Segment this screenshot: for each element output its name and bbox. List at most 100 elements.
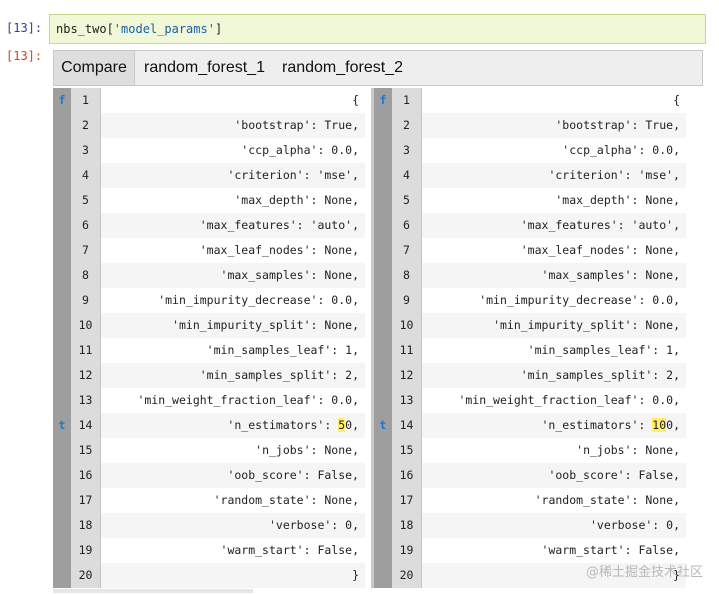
diff-line: 10 'min_impurity_split': None, bbox=[374, 313, 692, 338]
line-number: 11 bbox=[78, 343, 93, 357]
diff-line: 2 'bootstrap': True, bbox=[53, 113, 371, 138]
code-line: 'min_weight_fraction_leaf': 0.0, bbox=[458, 393, 680, 407]
line-number: 14 bbox=[399, 418, 414, 432]
diff-line: 13 'min_weight_fraction_leaf': 0.0, bbox=[53, 388, 371, 413]
code-line: 'max_samples': None, bbox=[422, 263, 686, 288]
diff-line: 19 'warm_start': False, bbox=[374, 538, 692, 563]
line-number: 7 bbox=[403, 243, 410, 257]
diff-line: 10 'min_impurity_split': None, bbox=[53, 313, 371, 338]
code-line: 'n_jobs': None, bbox=[576, 443, 680, 457]
code-line: 'max_depth': None, bbox=[555, 193, 680, 207]
code-line: 'min_impurity_decrease': 0.0, bbox=[158, 293, 359, 307]
code-line: { bbox=[352, 93, 359, 107]
code-line: 'warm_start': False, bbox=[541, 543, 680, 557]
diff-marker: f bbox=[379, 93, 387, 107]
code-line: 'max_samples': None, bbox=[101, 263, 365, 288]
code-line: 'max_leaf_nodes': None, bbox=[520, 243, 680, 257]
code-line: 'warm_start': False, bbox=[220, 543, 359, 557]
diff-line: 3 'ccp_alpha': 0.0, bbox=[374, 138, 692, 163]
diff-line: 18 'verbose': 0, bbox=[374, 513, 692, 538]
line-number: 13 bbox=[78, 393, 93, 407]
diff-pane-left: f 1 {2 'bootstrap': True, 3 'ccp_alpha': 0.0,… bbox=[53, 88, 371, 588]
code-line: 'max_depth': None, bbox=[234, 193, 359, 207]
diff-line: 3 'ccp_alpha': 0.0, bbox=[53, 138, 371, 163]
diff-line: 4 'criterion': 'mse', bbox=[53, 163, 371, 188]
line-number: 15 bbox=[78, 443, 93, 457]
diff-line: f 1 { bbox=[374, 88, 692, 113]
diff-line: 8 'max_samples': None, bbox=[53, 263, 371, 288]
diff-line: 12 'min_samples_split': 2, bbox=[53, 363, 371, 388]
code-line: 'ccp_alpha': 0.0, bbox=[241, 143, 359, 157]
diff-line: 5 'max_depth': None, bbox=[374, 188, 692, 213]
diff-line: 9 'min_impurity_decrease': 0.0, bbox=[374, 288, 692, 313]
diff-line: 11 'min_samples_leaf': 1, bbox=[374, 338, 692, 363]
diff-marker: f bbox=[58, 93, 66, 107]
line-number: 3 bbox=[82, 143, 89, 157]
line-number: 17 bbox=[399, 493, 414, 507]
code-line: 'max_features': 'auto', bbox=[101, 213, 365, 238]
diff-line: 20} bbox=[53, 563, 371, 588]
line-number: 9 bbox=[403, 293, 410, 307]
line-number: 18 bbox=[399, 518, 414, 532]
code-line: 'oob_score': False, bbox=[101, 463, 365, 488]
line-number: 10 bbox=[78, 318, 93, 332]
line-number: 20 bbox=[78, 568, 93, 582]
code-prefix: nbs_two[ bbox=[56, 22, 114, 36]
code-line: 'ccp_alpha': 0.0, bbox=[562, 143, 680, 157]
line-number: 19 bbox=[399, 543, 414, 557]
line-number: 16 bbox=[78, 468, 93, 482]
code-input-cell[interactable]: nbs_two['model_params'] bbox=[49, 14, 706, 44]
line-number: 12 bbox=[399, 368, 414, 382]
diff-marker: t bbox=[379, 418, 387, 432]
line-number: 5 bbox=[82, 193, 89, 207]
line-number: 14 bbox=[78, 418, 93, 432]
line-number: 16 bbox=[399, 468, 414, 482]
watermark: @稀土掘金技术社区 bbox=[585, 565, 703, 580]
line-number: 15 bbox=[399, 443, 414, 457]
line-number: 9 bbox=[82, 293, 89, 307]
code-line: 'min_impurity_decrease': 0.0, bbox=[479, 293, 680, 307]
output-prompt: [13]: bbox=[6, 49, 43, 63]
line-number: 3 bbox=[403, 143, 410, 157]
line-number: 8 bbox=[82, 268, 89, 282]
code-line: 'criterion': 'mse', bbox=[422, 163, 686, 188]
diff-line: 17 'random_state': None, bbox=[53, 488, 371, 513]
diff-line: 2 'bootstrap': True, bbox=[374, 113, 692, 138]
diff-pane-right: f 1 {2 'bootstrap': True, 3 'ccp_alpha': 0.0,… bbox=[374, 88, 692, 588]
code-line: } bbox=[101, 563, 365, 588]
line-number: 2 bbox=[82, 118, 89, 132]
diff-tab-bar: Compare random_forest_1 random_forest_2 bbox=[53, 50, 703, 86]
code-line: 'min_samples_split': 2, bbox=[101, 363, 365, 388]
line-number: 13 bbox=[399, 393, 414, 407]
line-number: 6 bbox=[82, 218, 89, 232]
code-line: 'oob_score': False, bbox=[422, 463, 686, 488]
line-number: 20 bbox=[399, 568, 414, 582]
tab-random-forest-1[interactable]: random_forest_1 bbox=[144, 51, 265, 85]
diff-line: 13 'min_weight_fraction_leaf': 0.0, bbox=[374, 388, 692, 413]
horizontal-scrollbar[interactable] bbox=[53, 589, 253, 593]
line-number: 8 bbox=[403, 268, 410, 282]
line-number: 4 bbox=[403, 168, 410, 182]
input-prompt: [13]: bbox=[6, 21, 43, 35]
code-line: 'random_state': None, bbox=[213, 493, 359, 507]
diff-line: 18 'verbose': 0, bbox=[53, 513, 371, 538]
diff-line: f 1 { bbox=[53, 88, 371, 113]
tab-random-forest-2[interactable]: random_forest_2 bbox=[282, 51, 403, 85]
diff-line: 9 'min_impurity_decrease': 0.0, bbox=[53, 288, 371, 313]
code-line: 'n_estimators': 50, bbox=[101, 413, 365, 438]
diff-line: 16 'oob_score': False, bbox=[374, 463, 692, 488]
code-line: 'min_samples_leaf': 1, bbox=[206, 343, 359, 357]
code-line: 'criterion': 'mse', bbox=[101, 163, 365, 188]
tab-compare[interactable]: Compare bbox=[54, 51, 135, 85]
diff-line: 17 'random_state': None, bbox=[374, 488, 692, 513]
code-suffix: ] bbox=[214, 22, 223, 36]
code-line: 'min_weight_fraction_leaf': 0.0, bbox=[137, 393, 359, 407]
line-number: 6 bbox=[403, 218, 410, 232]
diff-line: 19 'warm_start': False, bbox=[53, 538, 371, 563]
diff-line: 11 'min_samples_leaf': 1, bbox=[53, 338, 371, 363]
code-line: 'n_jobs': None, bbox=[255, 443, 359, 457]
code-line: 'max_features': 'auto', bbox=[422, 213, 686, 238]
code-line: 'n_estimators': 100, bbox=[422, 413, 686, 438]
line-number: 2 bbox=[403, 118, 410, 132]
line-number: 1 bbox=[403, 93, 410, 107]
